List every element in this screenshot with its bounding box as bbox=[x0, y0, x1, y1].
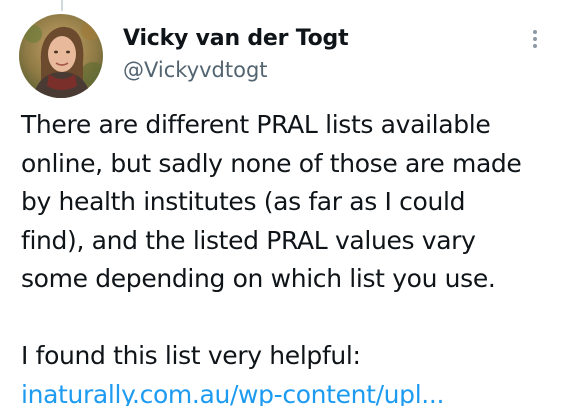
tweet-line: some depending on which list you use. bbox=[21, 264, 496, 293]
thread-connector-line bbox=[61, 0, 63, 11]
profile-photo-icon bbox=[19, 14, 103, 98]
avatar[interactable] bbox=[19, 14, 103, 98]
tweet-text: There are different PRAL lists available… bbox=[21, 106, 561, 406]
tweet-line: find), and the listed PRAL values vary bbox=[21, 225, 476, 255]
author-handle[interactable]: @Vickyvdtogt bbox=[123, 58, 268, 82]
tweet-line: online, but sadly none of those are made bbox=[21, 148, 522, 178]
author-display-name[interactable]: Vicky van der Togt bbox=[123, 26, 349, 51]
dot bbox=[533, 44, 537, 48]
tweet-second-paragraph: I found this list very helpful: bbox=[21, 341, 361, 370]
tweet-line: There are different PRAL lists available bbox=[21, 110, 491, 139]
dot bbox=[533, 37, 537, 41]
dot bbox=[533, 30, 537, 34]
more-options-icon[interactable] bbox=[523, 24, 547, 54]
tweet-link[interactable]: inaturally.com.au/wp-content/upl... bbox=[21, 380, 444, 406]
tweet-line: by health institutes (as far as I could bbox=[21, 187, 466, 216]
